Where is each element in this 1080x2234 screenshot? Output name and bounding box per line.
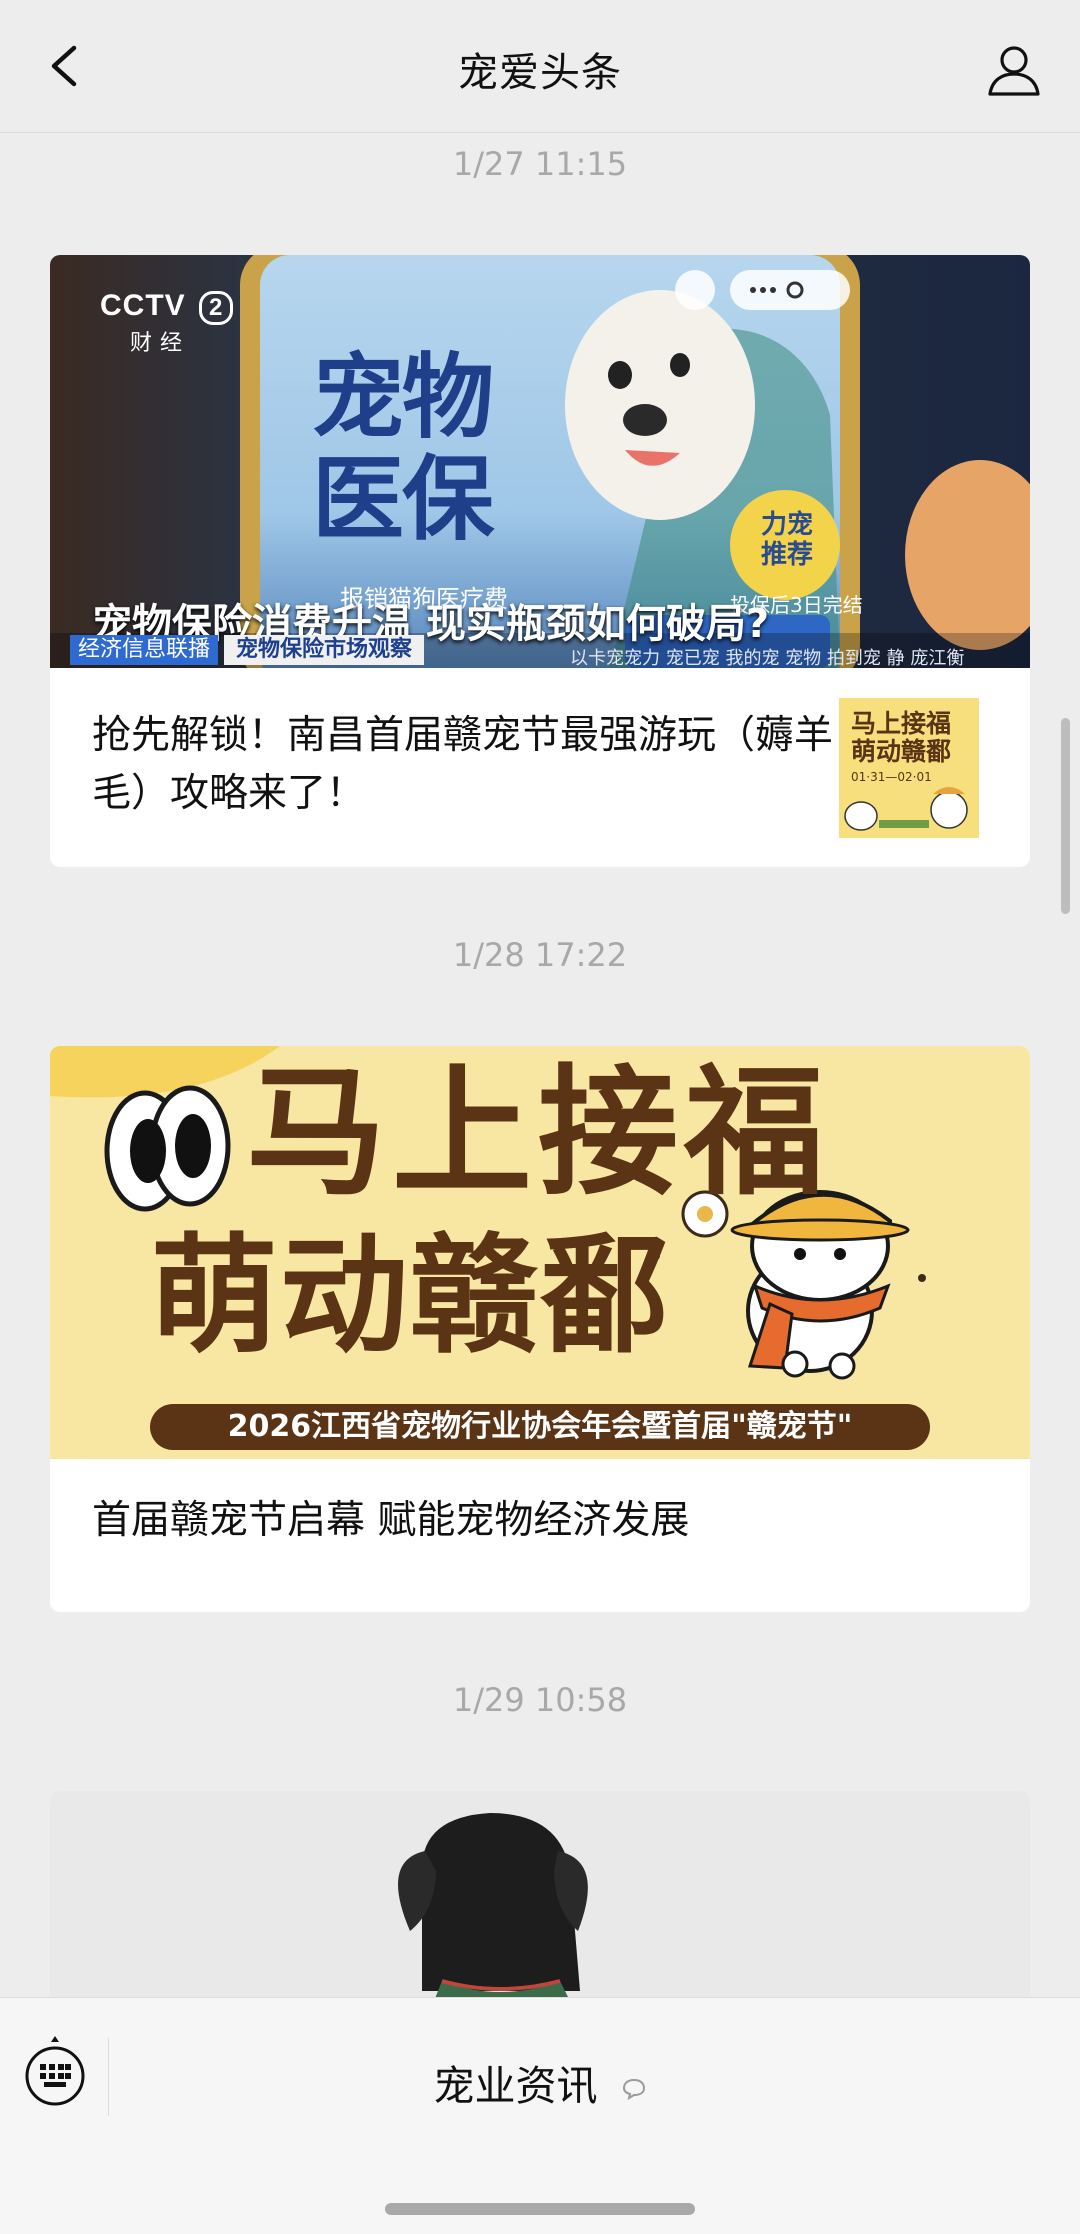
message-feed[interactable]: 1/27 11:15 CCTV 2 财经 宠物 医保 力宠 推荐 报销猫狗医疗费… (0, 133, 1080, 1997)
timestamp: 1/29 10:58 (452, 1681, 628, 1719)
poster-banner-text: 2026江西省宠物行业协会年会暨首届"赣宠节" (227, 1409, 853, 1444)
ticker-right: 宠物保险市场观察 (224, 635, 425, 665)
menu-item-industry-news[interactable]: 宠业资讯 (0, 2052, 1080, 2112)
ticker-bar: 经济信息联播 宠物保险市场观察 (70, 635, 425, 665)
cctv-logo-text: CCTV (100, 289, 186, 322)
recommend-badge-line2: 推荐 (760, 540, 813, 570)
article-cover-image[interactable] (50, 1791, 1030, 1997)
nav-bar: 宠爱头条 (0, 0, 1080, 133)
phone-screen-title-2: 医保 (312, 446, 494, 553)
recommend-badge-line1: 力宠 (760, 510, 813, 540)
recommend-badge: 力宠 推荐 (750, 510, 824, 570)
poster-title-line1: 马上接福 (246, 1052, 831, 1215)
phone-footer-text: 以卡宠宠力 宠已宠 我的宠 宠物 拍到宠 静 庞江衡 (570, 648, 965, 668)
article-title[interactable]: 首届赣宠节启幕 赋能宠物经济发展 (92, 1492, 992, 1550)
poster-title-line2: 萌动赣鄱 (150, 1222, 671, 1371)
black-dog-illustration (398, 1813, 588, 1997)
article-card[interactable] (50, 1791, 1030, 1997)
chat-bubble-icon (622, 2078, 645, 2101)
article-cover-image[interactable]: CCTV 2 财经 宠物 医保 力宠 推荐 报销猫狗医疗费 投保后3日完结 宠物… (50, 255, 1030, 668)
article-card[interactable]: 马上接福 萌动赣鄱 2026江西省宠物行业协会年会暨首届"赣宠节" 首届赣宠节启… (50, 1046, 1030, 1612)
article-title[interactable]: 抢先解锁！南昌首届赣宠节最强游玩（薅羊毛）攻略来了！ (92, 707, 862, 823)
article-cover-image[interactable]: 马上接福 萌动赣鄱 2026江西省宠物行业协会年会暨首届"赣宠节" (50, 1046, 1030, 1459)
thumbnail-pets-illustration (844, 787, 968, 831)
timestamp: 1/27 11:15 (452, 145, 628, 183)
bottom-menu-bar: 宠业资讯 (0, 1997, 1080, 2234)
scrollbar[interactable] (1061, 718, 1070, 914)
user-icon[interactable] (984, 40, 1044, 100)
home-indicator[interactable] (385, 2203, 695, 2215)
article-card[interactable]: CCTV 2 财经 宠物 医保 力宠 推荐 报销猫狗医疗费 投保后3日完结 宠物… (50, 255, 1030, 867)
cctv-logo-subtitle: 财经 (130, 330, 191, 355)
ticker-left: 经济信息联播 (70, 635, 219, 665)
cctv-logo: CCTV 2 财经 (100, 289, 234, 357)
page-title: 宠爱头条 (458, 50, 622, 96)
timestamp: 1/28 17:22 (452, 936, 628, 974)
menu-item-label: 宠业资讯 (433, 2062, 598, 2110)
cctv-channel-number: 2 (199, 291, 234, 325)
article-thumbnail[interactable]: 马上接福 萌动赣鄱 01·31—02·01 (839, 698, 979, 838)
